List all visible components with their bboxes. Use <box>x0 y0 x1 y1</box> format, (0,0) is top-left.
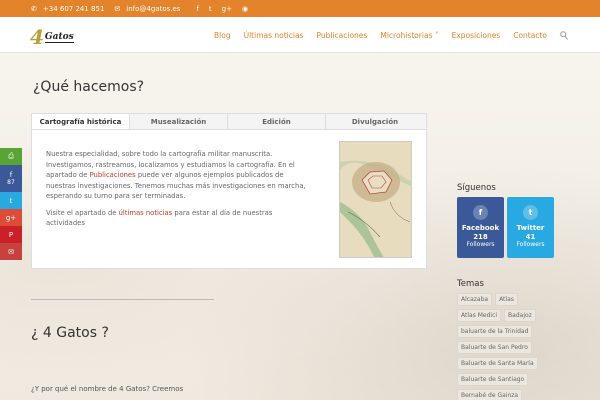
google-plus-icon[interactable]: g+ <box>222 5 232 13</box>
twitter-unit: Followers <box>516 241 545 248</box>
rss-icon[interactable]: ◉ <box>242 5 248 13</box>
tag-item[interactable]: Baluarte de Santa María <box>457 357 538 370</box>
logo-number: 4 <box>30 25 44 49</box>
historic-map-image <box>339 141 412 258</box>
nav-item-blog[interactable]: Blog <box>214 31 231 42</box>
tab-bar: Cartografía histórica Musealización Edic… <box>32 114 426 130</box>
google-plus-icon: g+ <box>5 213 17 222</box>
pinterest-share-button[interactable]: P <box>0 226 22 243</box>
facebook-icon: f <box>9 171 13 179</box>
nav-item-publicaciones[interactable]: Publicaciones <box>316 31 367 42</box>
twitter-icon: t <box>9 196 13 205</box>
facebook-icon[interactable]: f <box>196 5 198 13</box>
facebook-unit: Followers <box>466 241 495 248</box>
nav-item-microhistorias[interactable]: Microhistorias ˅ <box>380 31 438 42</box>
share-count: 87 <box>7 179 15 186</box>
tag-item[interactable]: Alcazaba <box>457 293 493 306</box>
facebook-count: 218 <box>473 233 488 241</box>
tag-cloud: Alcazaba Atlas Atlas Medici Badajoz balu… <box>457 293 557 400</box>
tab-paragraph: Nuestra especialidad, sobre todo la cart… <box>46 149 306 202</box>
phone-icon: ✆ <box>31 4 37 13</box>
facebook-name: Facebook <box>461 224 500 232</box>
ultimas-noticias-link[interactable]: últimas noticias <box>119 209 173 217</box>
email-share-button[interactable]: ✉ <box>0 243 22 260</box>
tab-musealizacion[interactable]: Musealización <box>130 114 228 129</box>
site-logo[interactable]: 4 Gatos <box>30 25 74 49</box>
nav-item-contacto[interactable]: Contacto <box>513 31 547 42</box>
section-title: ¿ 4 Gatos ? <box>31 325 109 341</box>
email-link[interactable]: info@4gatos.es <box>126 5 180 13</box>
twitter-icon[interactable]: t <box>209 5 212 13</box>
site-header: 4 Gatos Blog Últimas noticias Publicacio… <box>0 17 600 53</box>
tags-title: Temas <box>457 279 484 289</box>
page-title: ¿Qué hacemos? <box>33 79 145 95</box>
tab-divulgacion[interactable]: Divulgación <box>326 114 424 129</box>
logo-word: Gatos <box>44 31 74 43</box>
facebook-icon: f <box>473 205 488 220</box>
tab-edicion[interactable]: Edición <box>228 114 326 129</box>
tag-item[interactable]: Atlas Medici <box>457 309 502 322</box>
section-divider <box>31 299 214 300</box>
nav-item-ultimas-noticias[interactable]: Últimas noticias <box>244 31 304 42</box>
facebook-follow-widget[interactable]: f Facebook 218 Followers <box>457 197 504 258</box>
tag-item[interactable]: Badajoz <box>504 309 536 322</box>
nav-item-exposiciones[interactable]: Exposiciones <box>452 31 501 42</box>
google-plus-share-button[interactable]: g+ <box>0 209 22 226</box>
paragraph-text: Visite el apartado de <box>46 208 119 217</box>
tag-item[interactable]: Baluarte de Santiago <box>457 373 529 386</box>
share-sidebar: ⎙ f 87 t g+ P ✉ <box>0 148 22 260</box>
tabs-panel: Cartografía histórica Musealización Edic… <box>31 113 427 269</box>
phone-number: +34 607 241 851 <box>42 4 105 13</box>
why-text: ¿Y por qué el nombre de 4 Gatos? Creemos <box>31 385 184 393</box>
tag-item[interactable]: Bernabé de Gainza <box>457 389 523 400</box>
main-nav: Blog Últimas noticias Publicaciones Micr… <box>214 31 568 42</box>
chevron-down-icon: ˅ <box>434 31 439 40</box>
facebook-share-button[interactable]: f 87 <box>0 165 22 192</box>
search-icon[interactable] <box>560 31 568 42</box>
twitter-count: 41 <box>525 233 536 241</box>
twitter-icon: t <box>523 205 538 220</box>
tab-paragraph: Visite el apartado de últimas noticias p… <box>46 208 306 229</box>
publicaciones-link[interactable]: Publicaciones <box>90 171 136 179</box>
follow-title: Síguenos <box>457 183 496 193</box>
pinterest-icon: P <box>8 230 14 239</box>
tab-cartografia-historica[interactable]: Cartografía histórica <box>32 114 130 129</box>
email-icon: ✉ <box>114 4 121 13</box>
print-icon[interactable]: ⎙ <box>0 148 22 165</box>
nav-item-label: Microhistorias <box>380 31 433 40</box>
email-icon: ✉ <box>8 247 14 256</box>
twitter-share-button[interactable]: t <box>0 192 22 209</box>
main-content: ¿Qué hacemos? Cartografía histórica Muse… <box>0 53 600 400</box>
top-bar: ✆ +34 607 241 851 ✉ info@4gatos.es f t g… <box>0 0 600 17</box>
tag-item[interactable]: Atlas <box>495 293 518 306</box>
twitter-name: Twitter <box>516 224 545 232</box>
tag-item[interactable]: baluarte de la Trinidad <box>457 325 533 338</box>
tag-item[interactable]: Baluarte de San Pedro <box>457 341 532 354</box>
tab-content-text: Nuestra especialidad, sobre todo la cart… <box>46 149 306 235</box>
twitter-follow-widget[interactable]: t Twitter 41 Followers <box>507 197 554 258</box>
